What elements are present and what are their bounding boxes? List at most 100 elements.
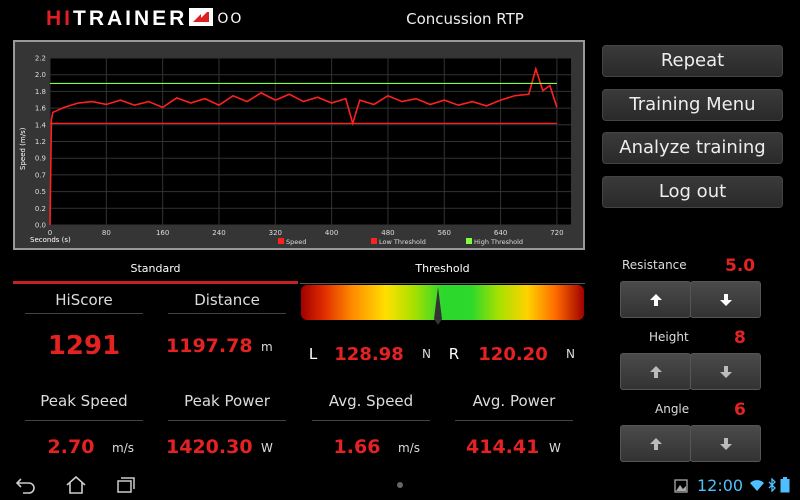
y-tick-label: 0.7 [35, 171, 46, 179]
avg-power-value: 414.41 [466, 436, 540, 458]
left-force-value: 128.98 [334, 344, 404, 365]
y-tick-label: 2.0 [35, 71, 46, 79]
peak-power-label: Peak Power [184, 392, 270, 410]
avg-power-unit: W [549, 441, 561, 455]
peak-speed-value: 2.70 [47, 436, 95, 458]
x-tick-label: 480 [381, 229, 394, 237]
right-force-unit: N [566, 347, 575, 361]
gauge-needle-icon [434, 287, 442, 325]
x-tick-label: 160 [156, 229, 169, 237]
legend-swatch [371, 238, 377, 244]
resistance-down-button[interactable] [690, 281, 761, 318]
x-tick-label: 560 [438, 229, 451, 237]
legend-swatch [278, 238, 284, 244]
legend-label: Speed [286, 238, 306, 246]
distance-value: 1197.78 [166, 335, 253, 357]
legend-swatch [466, 238, 472, 244]
x-ticks: 0 80 160 240 320 400 480 560 640 720 [48, 229, 564, 237]
x-axis-label: Seconds (s) [30, 236, 71, 244]
divider [168, 420, 286, 421]
height-up-button[interactable] [620, 353, 691, 390]
wifi-icon [750, 480, 764, 491]
log-out-button[interactable]: Log out [602, 176, 783, 208]
divider [25, 313, 143, 314]
chart-legend: Speed Low Threshold High Threshold [278, 238, 523, 246]
distance-unit: m [261, 340, 273, 354]
peak-speed-label: Peak Speed [40, 392, 128, 410]
arrow-down-icon [719, 293, 732, 306]
arrow-down-icon [719, 365, 732, 378]
divider [168, 313, 286, 314]
peak-power-value: 1420.30 [166, 436, 253, 458]
avg-speed-unit: m/s [398, 441, 420, 455]
training-menu-button[interactable]: Training Menu [602, 89, 783, 121]
x-tick-label: 80 [102, 229, 111, 237]
left-force-label: L [308, 345, 318, 363]
page-title: Concussion RTP [406, 10, 524, 28]
image-icon [674, 479, 688, 493]
logo-hi: HI [46, 7, 73, 30]
divider [25, 420, 143, 421]
hiscore-label: HiScore [55, 291, 113, 309]
height-value: 8 [734, 328, 746, 348]
tab-standard[interactable]: Standard [13, 258, 298, 284]
y-tick-label: 1.4 [35, 121, 47, 129]
right-force-label: R [448, 345, 460, 363]
y-tick-label: 1.8 [35, 88, 46, 96]
y-tick-label: 0.2 [35, 205, 46, 213]
tab-threshold[interactable]: Threshold [300, 258, 585, 284]
divider [455, 420, 573, 421]
back-icon[interactable] [15, 476, 37, 494]
y-tick-label: 1.2 [35, 138, 46, 146]
y-tick-label: 2.2 [35, 55, 46, 63]
height-down-button[interactable] [690, 353, 761, 390]
bluetooth-icon [768, 478, 776, 492]
legend-label: Low Threshold [379, 238, 426, 246]
distance-label: Distance [194, 291, 260, 309]
resistance-value: 5.0 [725, 256, 756, 276]
speed-chart: 0.0 0.2 0.5 0.7 0.9 1.2 1.4 1.6 1.8 2.0 2.2 0 80 160… [13, 40, 585, 250]
x-tick-label: 400 [325, 229, 338, 237]
peak-speed-unit: m/s [112, 441, 134, 455]
y-ticks: 0.0 0.2 0.5 0.7 0.9 1.2 1.4 1.6 1.8 2.0 2.2 [35, 55, 47, 230]
logo-trainer: TRAINER [73, 7, 188, 30]
height-label: Height [649, 330, 689, 344]
avg-speed-label: Avg. Speed [328, 392, 414, 410]
arrow-up-icon [649, 437, 662, 450]
recent-apps-icon[interactable] [115, 476, 137, 494]
angle-label: Angle [655, 402, 690, 416]
x-tick-label: 640 [494, 229, 507, 237]
logo-mark-icon [189, 8, 214, 30]
y-tick-label: 1.6 [35, 105, 47, 113]
y-tick-label: 0.9 [35, 155, 46, 163]
right-force-value: 120.20 [478, 344, 548, 365]
home-icon[interactable] [65, 476, 87, 494]
page-dot-icon [397, 482, 403, 488]
angle-value: 6 [734, 400, 746, 420]
repeat-button[interactable]: Repeat [602, 45, 783, 77]
x-tick-label: 720 [550, 229, 563, 237]
peak-power-unit: W [261, 441, 273, 455]
logo-rings: OO [217, 11, 244, 27]
hiscore-value: 1291 [47, 331, 121, 361]
x-tick-label: 240 [212, 229, 225, 237]
speed-chart-svg: 0.00.20.50.70.91.21.41.61.82.02.2 0 80 160… [19, 55, 571, 246]
angle-up-button[interactable] [620, 425, 691, 462]
y-axis-label: Speed (m/s) [19, 127, 27, 170]
arrow-up-icon [649, 293, 662, 306]
battery-icon [780, 477, 790, 493]
resistance-up-button[interactable] [620, 281, 691, 318]
angle-down-button[interactable] [690, 425, 761, 462]
analyze-training-button[interactable]: Analyze training [602, 132, 783, 164]
status-clock: 12:00 [697, 476, 744, 495]
avg-speed-value: 1.66 [333, 436, 381, 458]
y-tick-label: 0.0 [35, 222, 46, 230]
y-tick-label: 0.5 [35, 188, 46, 196]
left-force-unit: N [422, 347, 431, 361]
hitrainer-logo: HI TRAINER OO [46, 7, 244, 30]
x-tick-label: 320 [269, 229, 282, 237]
threshold-gauge [301, 285, 584, 320]
arrow-down-icon [719, 437, 732, 450]
divider [312, 420, 430, 421]
legend-label: High Threshold [474, 238, 523, 246]
